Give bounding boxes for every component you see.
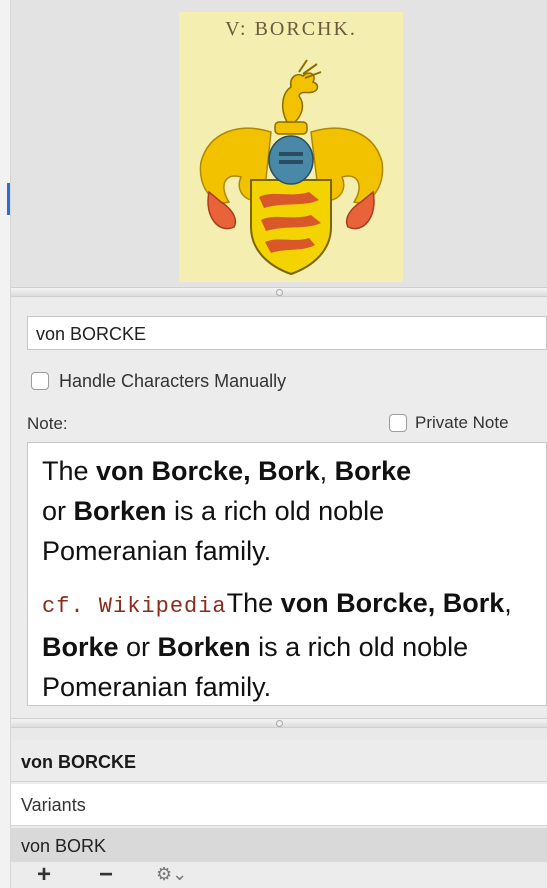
image-pane: V: BORCHK. bbox=[11, 0, 547, 287]
coat-of-arms-image[interactable]: V: BORCHK. bbox=[179, 12, 403, 282]
image-caption: V: BORCHK. bbox=[225, 18, 357, 40]
name-field[interactable]: von BORCKE bbox=[27, 316, 547, 350]
selection-indicator bbox=[7, 183, 10, 215]
handle-characters-row[interactable]: Handle Characters Manually bbox=[31, 370, 286, 392]
editor-pane: von BORCKE Handle Characters Manually No… bbox=[11, 298, 547, 718]
handle-characters-checkbox[interactable] bbox=[31, 372, 49, 391]
handle-characters-label: Handle Characters Manually bbox=[59, 370, 287, 391]
list-item[interactable]: von BORK bbox=[11, 828, 547, 862]
note-paragraph-1: The von Borcke, Bork, Borke or Borken is… bbox=[42, 456, 412, 566]
note-text-area[interactable]: The von Borcke, Bork, Borke or Borken is… bbox=[27, 442, 547, 706]
list-toolbar: + − ⚙⌄ bbox=[11, 862, 547, 888]
private-note-label: Private Note bbox=[415, 412, 509, 432]
note-paragraph-2: cf. WikipediaThe von Borcke, Bork, Borke… bbox=[42, 588, 512, 702]
variants-field[interactable]: Variants bbox=[11, 784, 547, 826]
private-note-checkbox[interactable] bbox=[389, 413, 407, 432]
add-button[interactable]: + bbox=[37, 862, 51, 888]
coat-of-arms-drawing bbox=[199, 59, 384, 276]
variants-pane: von BORCKE Variants von BORK + − ⚙⌄ bbox=[11, 740, 547, 888]
wikipedia-link[interactable]: cf. Wikipedia bbox=[42, 594, 227, 619]
remove-button[interactable]: − bbox=[99, 862, 113, 888]
bottom-splitter[interactable] bbox=[11, 718, 547, 728]
top-splitter[interactable] bbox=[11, 287, 547, 297]
private-note-row[interactable]: Private Note bbox=[389, 412, 509, 433]
gear-icon[interactable]: ⚙⌄ bbox=[156, 864, 187, 885]
note-label: Note: bbox=[27, 414, 68, 433]
list-header: von BORCKE bbox=[11, 740, 547, 782]
left-sidebar-edge bbox=[0, 0, 11, 888]
